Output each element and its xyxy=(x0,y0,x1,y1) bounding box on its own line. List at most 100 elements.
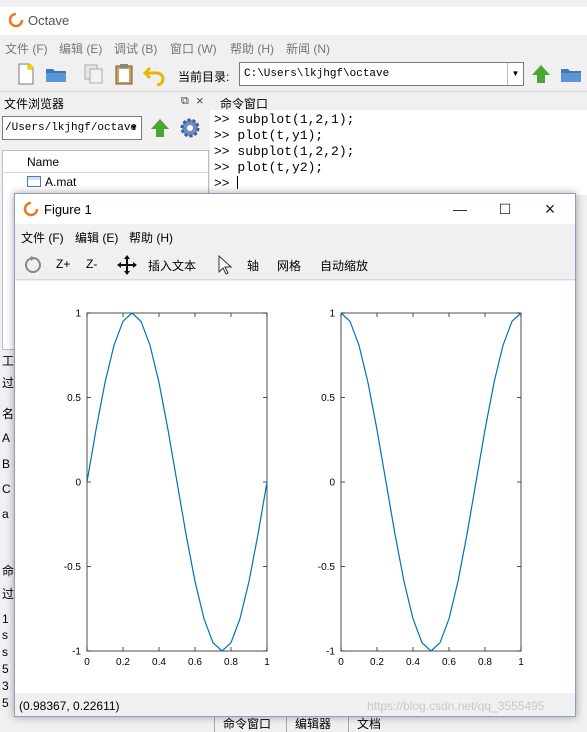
y-tick-label: 0 xyxy=(75,478,81,489)
figure-window: Figure 1 — ☐ × 文件 (F) 编辑 (E) 帮助 (H) Z+ Z… xyxy=(14,193,576,717)
file-browser-path: /Users/lkjhgf/octave xyxy=(5,122,138,134)
tab-command-window[interactable]: 命令窗口 xyxy=(214,715,279,732)
left-stub: 命 xyxy=(2,564,15,578)
left-stub: 过 xyxy=(2,587,15,601)
current-dir-label: 当前目录: xyxy=(178,70,230,84)
y-tick-label: -0.5 xyxy=(318,562,336,573)
file-list-header[interactable]: Name xyxy=(3,151,208,173)
x-tick-label: 0 xyxy=(338,657,344,668)
command-line: >> plot(t,y2); xyxy=(214,160,324,175)
command-line: >> subplot(1,2,2); xyxy=(214,144,355,159)
chevron-down-icon[interactable]: ▼ xyxy=(127,117,141,139)
close-icon[interactable]: × xyxy=(196,93,204,108)
left-stub: 5 xyxy=(2,696,9,710)
command-prompt[interactable]: >> xyxy=(214,176,239,191)
up-arrow-icon[interactable] xyxy=(529,62,553,86)
x-tick-label: 0.4 xyxy=(152,657,166,668)
x-tick-label: 0.6 xyxy=(188,657,202,668)
file-name: A.mat xyxy=(45,175,77,189)
column-name: Name xyxy=(27,155,60,169)
undo-icon[interactable] xyxy=(142,62,166,86)
select-pointer-icon[interactable] xyxy=(213,253,237,277)
zoom-out-button[interactable]: Z- xyxy=(86,257,97,271)
menu-edit[interactable]: 编辑 (E) xyxy=(59,40,102,57)
left-stub: s xyxy=(2,645,8,659)
grid-button[interactable]: 网格 xyxy=(277,257,301,274)
current-dir-combobox[interactable]: C:\Users\lkjhgf\octave ▼ xyxy=(239,62,524,86)
list-item[interactable]: A.mat xyxy=(27,175,76,189)
main-menubar: 文件 (F) 编辑 (E) 调试 (B) 窗口 (W) 帮助 (H) 新闻 (N… xyxy=(0,37,587,57)
left-stub: B xyxy=(2,457,11,471)
pan-icon[interactable] xyxy=(115,253,139,277)
main-toolbar: 当前目录: C:\Users\lkjhgf\octave ▼ xyxy=(0,58,587,92)
y-tick-label: 0.5 xyxy=(321,393,335,404)
rotate-icon[interactable] xyxy=(21,253,45,277)
main-titlebar: Octave xyxy=(0,7,587,35)
figure-titlebar: Figure 1 — ☐ × xyxy=(15,194,575,224)
figure-menubar: 文件 (F) 编辑 (E) 帮助 (H) xyxy=(15,225,575,245)
y-tick-label: -1 xyxy=(326,647,335,658)
y-tick-label: -0.5 xyxy=(64,562,82,573)
x-tick-label: 0 xyxy=(84,657,90,668)
copy-icon[interactable] xyxy=(82,62,106,86)
browse-folder-icon[interactable] xyxy=(559,62,583,86)
left-stub: 工 xyxy=(2,354,15,368)
plot-area[interactable]: 0 0.2 0.4 0.6 0.8 1 -1 -0.5 0 0.5 1 0 0.2 0.4 0.6 0.8 1 -… xyxy=(15,281,575,693)
menu-help[interactable]: 帮助 (H) xyxy=(230,40,274,57)
left-stub: s xyxy=(2,628,8,642)
left-stub: 过 xyxy=(2,376,15,390)
menu-file[interactable]: 文件 (F) xyxy=(21,229,64,246)
subplots-canvas[interactable]: 0 0.2 0.4 0.6 0.8 1 -1 -0.5 0 0.5 1 0 0.2 0.4 0.6 0.8 1 -… xyxy=(15,281,575,693)
gear-icon[interactable] xyxy=(178,116,202,140)
close-icon[interactable]: × xyxy=(535,198,565,220)
mat-file-icon xyxy=(27,176,41,187)
menu-help[interactable]: 帮助 (H) xyxy=(129,229,173,246)
axes-box xyxy=(340,312,522,652)
figure-title: Figure 1 xyxy=(44,202,92,217)
menu-debug[interactable]: 调试 (B) xyxy=(114,40,157,57)
minimize-icon[interactable]: — xyxy=(445,198,475,220)
paste-icon[interactable] xyxy=(112,62,136,86)
menu-edit[interactable]: 编辑 (E) xyxy=(75,229,118,246)
text-cursor xyxy=(237,176,239,189)
left-stub: A xyxy=(2,431,11,445)
autoscale-button[interactable]: 自动缩放 xyxy=(320,257,368,274)
current-dir-value: C:\Users\lkjhgf\octave xyxy=(244,68,390,80)
menu-window[interactable]: 窗口 (W) xyxy=(170,40,217,57)
tab-editor[interactable]: 编辑器 xyxy=(286,715,339,732)
menu-file[interactable]: 文件 (F) xyxy=(5,40,48,57)
zoom-in-button[interactable]: Z+ xyxy=(56,257,70,271)
command-window[interactable]: >> subplot(1,2,1); >> plot(t,y1); >> sub… xyxy=(210,110,587,195)
y-tick-label: 1 xyxy=(329,309,335,320)
x-tick-label: 0.2 xyxy=(370,657,384,668)
left-stub: C xyxy=(2,482,11,496)
x-tick-label: 1 xyxy=(264,657,270,668)
file-browser-title: 文件浏览器 xyxy=(4,97,65,111)
main-title: Octave xyxy=(28,13,70,28)
x-tick-label: 0.2 xyxy=(116,657,130,668)
undock-icon[interactable]: ⧉ xyxy=(181,95,189,108)
y-tick-label: 0 xyxy=(329,478,335,489)
axis-button[interactable]: 轴 xyxy=(247,257,259,274)
maximize-icon[interactable]: ☐ xyxy=(490,198,520,220)
command-line: >> subplot(1,2,1); xyxy=(214,112,355,127)
chevron-down-icon[interactable]: ▼ xyxy=(507,63,523,85)
open-folder-icon[interactable] xyxy=(44,62,68,86)
left-stub: 名 xyxy=(2,407,15,421)
octave-logo-icon xyxy=(8,12,24,28)
x-tick-label: 0.8 xyxy=(478,657,492,668)
y-tick-label: 0.5 xyxy=(67,393,81,404)
y-tick-label: -1 xyxy=(72,647,81,658)
octave-logo-icon xyxy=(23,201,39,217)
parent-dir-icon[interactable] xyxy=(148,116,172,140)
left-stub: 3 xyxy=(2,679,9,693)
command-line: >> plot(t,y1); xyxy=(214,128,324,143)
left-stub: 1 xyxy=(2,612,9,626)
file-browser-path-combobox[interactable]: /Users/lkjhgf/octave ▼ xyxy=(2,116,142,140)
tab-documentation[interactable]: 文档 xyxy=(348,715,389,732)
y-tick-label: 1 xyxy=(75,309,81,320)
new-file-icon[interactable] xyxy=(14,62,38,86)
menu-news[interactable]: 新闻 (N) xyxy=(286,40,330,57)
insert-text-button[interactable]: 插入文本 xyxy=(148,257,196,274)
watermark: https://blog.csdn.net/qq_3555495 xyxy=(367,699,545,713)
